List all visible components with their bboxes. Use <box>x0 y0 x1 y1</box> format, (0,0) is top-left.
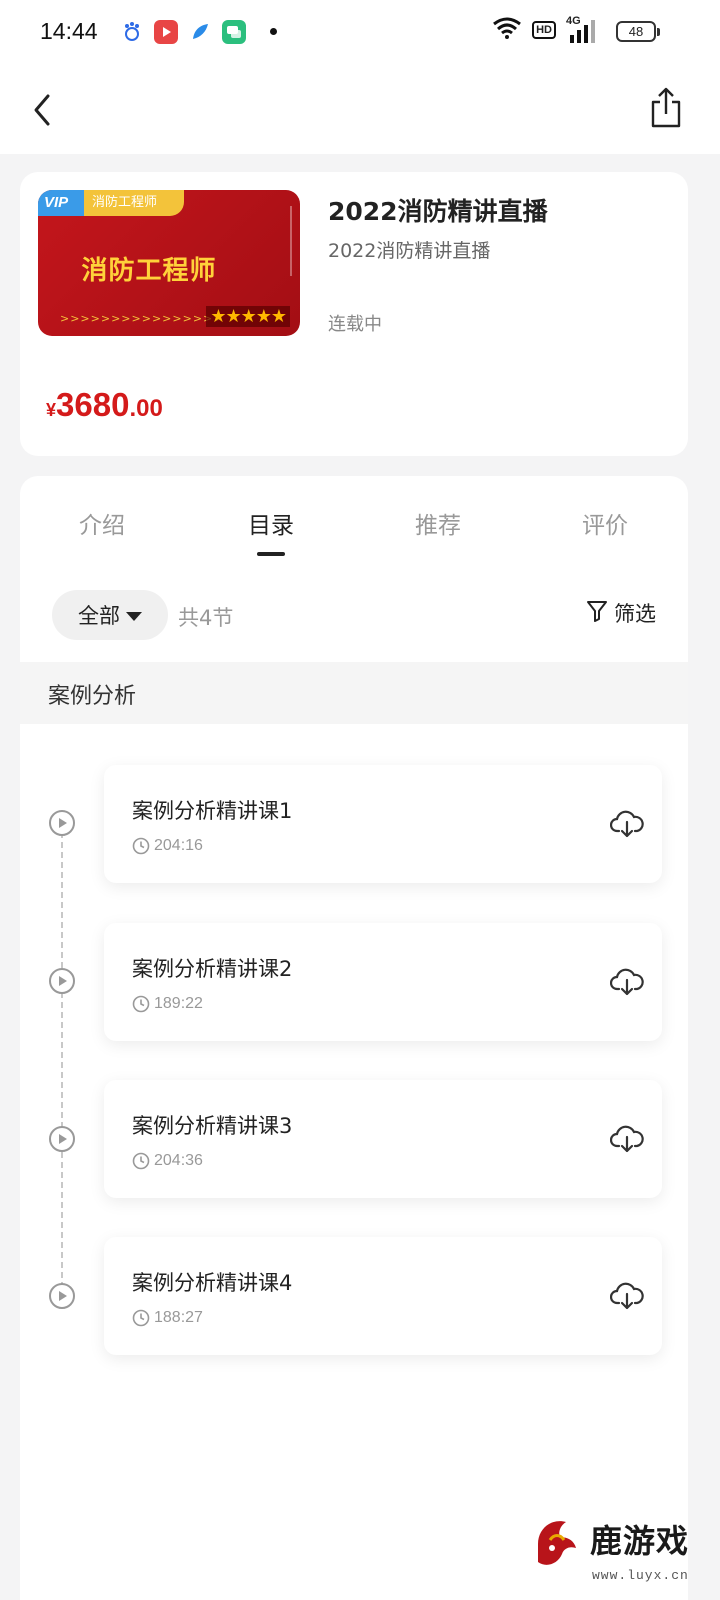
cloud-download-icon[interactable] <box>609 967 644 997</box>
lesson-duration: 189:22 <box>132 995 203 1013</box>
top-nav <box>0 64 720 154</box>
price-integer: 3680 <box>56 386 130 423</box>
course-cover-image[interactable]: VIP 消防工程师 消防工程师 >>>>>>>>>>>>>>>> ★★★★★ <box>38 190 300 336</box>
active-tab-indicator <box>257 552 285 556</box>
tab-bar: 介绍 目录 推荐 评价 <box>20 476 688 566</box>
filter-button[interactable]: 筛选 <box>586 598 656 628</box>
lesson-name: 案例分析精讲课1 <box>132 799 293 823</box>
status-bar: 14:44 HD 4G 48 <box>0 0 720 64</box>
lesson-item[interactable]: 案例分析精讲课2 189:22 <box>104 923 662 1041</box>
scope-dropdown-label: 全部 <box>78 604 120 628</box>
notification-dot <box>270 28 277 35</box>
lesson-duration: 204:16 <box>132 837 203 855</box>
content-panel: 介绍 目录 推荐 评价 全部 共4节 筛选 案例分析 案例分析精讲课1 204:… <box>20 476 688 1600</box>
cloud-download-icon[interactable] <box>609 1281 644 1311</box>
tab-intro[interactable]: 介绍 <box>42 506 162 540</box>
scope-dropdown[interactable]: 全部 <box>52 590 168 640</box>
tab-catalog[interactable]: 目录 <box>211 506 331 540</box>
clock-icon <box>132 1309 150 1327</box>
caret-down-icon <box>126 612 142 621</box>
chat-app-icon <box>222 20 246 44</box>
baidu-app-icon <box>120 20 144 44</box>
play-circle-icon[interactable] <box>48 1125 76 1153</box>
chevron-left-icon[interactable] <box>28 90 60 130</box>
serial-status: 连载中 <box>328 314 382 335</box>
tab-recommend[interactable]: 推荐 <box>378 506 498 540</box>
tab-reviews[interactable]: 评价 <box>545 506 665 540</box>
lesson-duration: 204:36 <box>132 1152 203 1170</box>
rating-stars: ★★★★★ <box>206 306 290 327</box>
section-title: 案例分析 <box>48 684 137 709</box>
filter-bar: 全部 共4节 筛选 <box>20 584 688 644</box>
deer-logo-icon <box>530 1514 586 1574</box>
clock-icon <box>132 837 150 855</box>
watermark-brand: 鹿游戏 <box>590 1522 690 1560</box>
course-price: ¥3680.00 <box>46 386 163 424</box>
hd-badge: HD <box>532 21 556 39</box>
course-title: 2022消防精讲直播 <box>328 197 548 226</box>
lesson-duration-text: 189:22 <box>154 995 203 1012</box>
play-circle-icon[interactable] <box>48 967 76 995</box>
signal-icon: 4G <box>566 15 600 43</box>
battery-icon: 48 <box>616 21 660 42</box>
cover-stripe <box>290 206 292 276</box>
lesson-item[interactable]: 案例分析精讲课3 204:36 <box>104 1080 662 1198</box>
status-time: 14:44 <box>40 18 98 44</box>
share-icon[interactable] <box>648 86 684 130</box>
cover-headline: 消防工程师 <box>81 256 217 286</box>
cloud-download-icon[interactable] <box>609 809 644 839</box>
video-app-icon <box>154 20 178 44</box>
play-circle-icon[interactable] <box>48 1282 76 1310</box>
vip-badge: VIP <box>38 190 84 216</box>
cover-tagline: 消防工程师 <box>84 190 184 216</box>
lesson-name: 案例分析精讲课2 <box>132 957 293 981</box>
price-currency: ¥ <box>46 400 57 420</box>
lesson-name: 案例分析精讲课3 <box>132 1114 293 1138</box>
watermark: 鹿游戏 www.luyx.cn <box>528 1508 720 1600</box>
lesson-item[interactable]: 案例分析精讲课1 204:16 <box>104 765 662 883</box>
lesson-duration-text: 204:16 <box>154 837 203 854</box>
play-circle-icon[interactable] <box>48 809 76 837</box>
cover-arrows: >>>>>>>>>>>>>>>> <box>60 312 224 325</box>
lesson-duration: 188:27 <box>132 1309 203 1327</box>
course-card: VIP 消防工程师 消防工程师 >>>>>>>>>>>>>>>> ★★★★★ 2… <box>20 172 688 456</box>
filter-label: 筛选 <box>614 602 656 626</box>
section-header: 案例分析 <box>20 662 688 724</box>
lesson-count: 共4节 <box>178 606 234 630</box>
timeline-line <box>61 822 63 1298</box>
feather-app-icon <box>188 20 212 44</box>
lesson-item[interactable]: 案例分析精讲课4 188:27 <box>104 1237 662 1355</box>
wifi-icon <box>492 16 522 44</box>
clock-icon <box>132 1152 150 1170</box>
cloud-download-icon[interactable] <box>609 1124 644 1154</box>
clock-icon <box>132 995 150 1013</box>
watermark-url: www.luyx.cn <box>592 1568 689 1583</box>
lesson-duration-text: 204:36 <box>154 1152 203 1169</box>
lesson-name: 案例分析精讲课4 <box>132 1271 293 1295</box>
lesson-duration-text: 188:27 <box>154 1309 203 1326</box>
price-decimal: .00 <box>129 395 163 422</box>
course-subtitle: 2022消防精讲直播 <box>328 240 491 262</box>
funnel-icon <box>586 599 608 628</box>
